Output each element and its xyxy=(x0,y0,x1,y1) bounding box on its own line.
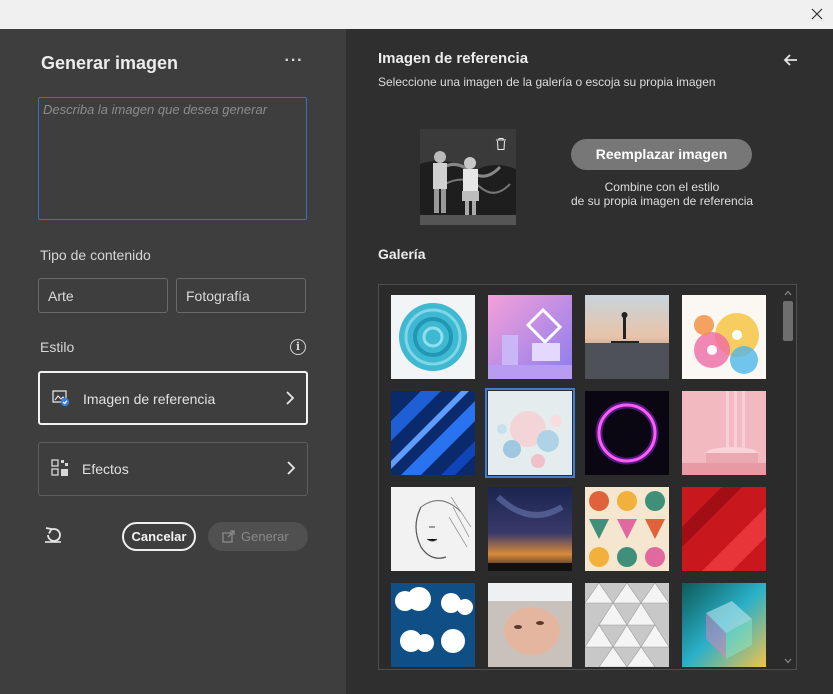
content-type-label: Tipo de contenido xyxy=(40,247,151,263)
gallery-item-baby-portrait[interactable] xyxy=(488,583,572,667)
gallery xyxy=(378,284,797,670)
more-options-icon[interactable]: ··· xyxy=(284,51,304,71)
scroll-up-icon[interactable] xyxy=(784,290,792,296)
panel-title: Generar imagen xyxy=(41,53,179,73)
scrollbar-thumb[interactable] xyxy=(783,301,793,341)
content-type-photo-button[interactable]: Fotografía xyxy=(176,278,306,313)
gallery-item-pencil-sketch-face[interactable] xyxy=(391,487,475,571)
prompt-input[interactable] xyxy=(38,97,307,220)
style-option-reference-image[interactable]: Imagen de referencia xyxy=(38,371,308,425)
gallery-item-paddleboard-sunset[interactable] xyxy=(585,295,669,379)
delete-reference-button[interactable] xyxy=(491,134,511,154)
reset-icon[interactable] xyxy=(43,525,63,545)
generate-label: Generar xyxy=(241,529,289,544)
reference-image-thumbnail[interactable] xyxy=(420,129,516,225)
gallery-item-watercolor-flowers[interactable] xyxy=(682,295,766,379)
gallery-item-red-abstract[interactable] xyxy=(682,487,766,571)
gallery-item-blue-geometric[interactable] xyxy=(391,391,475,475)
style-label: Estilo xyxy=(40,339,75,355)
arrow-left-icon[interactable] xyxy=(782,51,800,69)
generate-panel: Generar imagen ··· Tipo de contenido Art… xyxy=(0,29,346,694)
close-icon[interactable] xyxy=(807,4,827,24)
gallery-item-pastel-spheres[interactable] xyxy=(485,388,575,478)
style-option-label: Efectos xyxy=(82,461,129,477)
gallery-item-pink-podium[interactable] xyxy=(682,391,766,475)
generate-button[interactable]: Generar xyxy=(208,522,308,551)
gallery-item-clouds-pattern[interactable] xyxy=(391,583,475,667)
generate-icon xyxy=(222,530,235,543)
reference-image-panel: Imagen de referencia Seleccione una imag… xyxy=(346,29,833,694)
gallery-item-pastel-3d-shapes[interactable] xyxy=(488,295,572,379)
effects-icon xyxy=(51,459,68,476)
gallery-title: Galería xyxy=(378,246,426,262)
gallery-item-night-sky[interactable] xyxy=(488,487,572,571)
gallery-item-neon-ring[interactable] xyxy=(585,391,669,475)
style-option-label: Imagen de referencia xyxy=(83,391,216,407)
window-titlebar xyxy=(0,0,833,29)
replace-help-line2: de su propia imagen de referencia xyxy=(570,194,754,208)
gallery-item-retro-pattern[interactable] xyxy=(585,487,669,571)
style-option-effects[interactable]: Efectos xyxy=(38,442,308,496)
chevron-right-icon xyxy=(287,461,296,475)
content-type-art-button[interactable]: Arte xyxy=(38,278,168,313)
gallery-scrollbar[interactable] xyxy=(780,285,796,669)
chevron-right-icon xyxy=(286,391,295,405)
cancel-button[interactable]: Cancelar xyxy=(122,522,196,551)
replace-help-line1: Combine con el estilo xyxy=(604,180,720,194)
replace-image-button[interactable]: Reemplazar imagen xyxy=(571,139,752,170)
reference-image-icon xyxy=(52,390,70,407)
gallery-item-white-triangles[interactable] xyxy=(585,583,669,667)
reference-subtitle: Seleccione una imagen de la galería o es… xyxy=(378,75,716,89)
trash-icon xyxy=(496,138,506,150)
scroll-down-icon[interactable] xyxy=(784,658,792,664)
gallery-item-glass-cube[interactable] xyxy=(682,583,766,667)
reference-title: Imagen de referencia xyxy=(378,50,529,67)
info-icon[interactable]: i xyxy=(290,339,306,355)
replace-image-help: Combine con el estilo de su propia image… xyxy=(561,180,763,208)
gallery-item-blue-paint-swirl[interactable] xyxy=(391,295,475,379)
